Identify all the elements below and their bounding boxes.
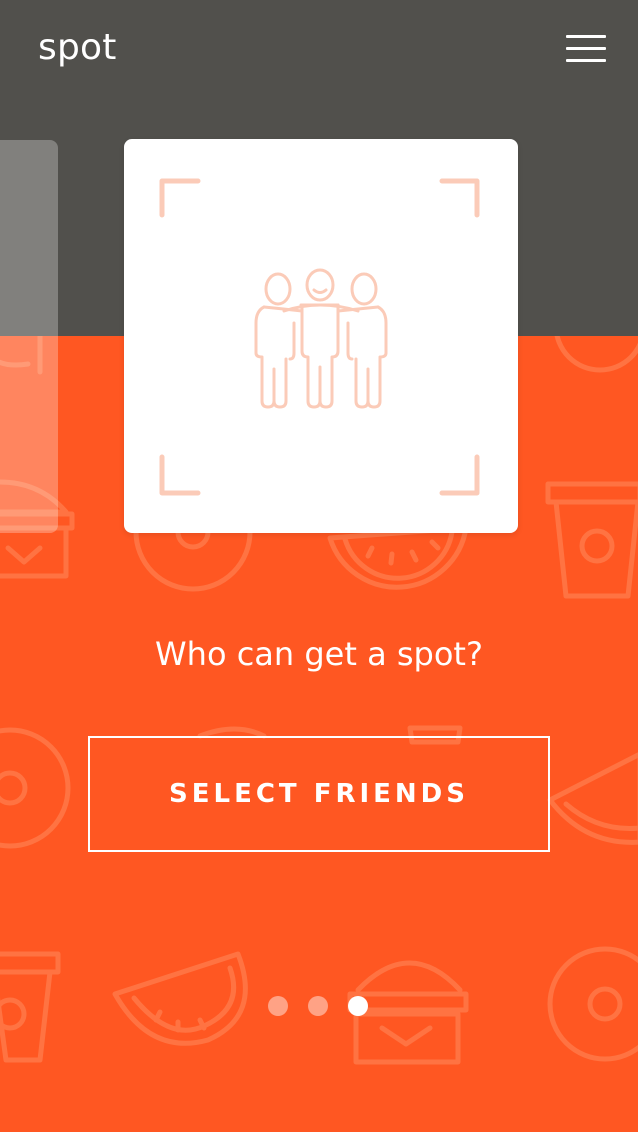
menu-bar	[566, 35, 606, 38]
watermelon-slice-icon	[547, 752, 638, 845]
page-dot-2[interactable]	[308, 996, 328, 1016]
burger-icon	[197, 726, 267, 739]
hamburger-menu-icon[interactable]	[562, 34, 608, 66]
previous-onboarding-card[interactable]	[0, 140, 58, 533]
watermelon-slice-icon	[327, 525, 469, 590]
donut-icon	[554, 336, 638, 373]
menu-bar	[566, 47, 606, 50]
card-illustration	[159, 178, 480, 496]
menu-bar	[566, 59, 606, 62]
onboarding-question: Who can get a spot?	[155, 635, 483, 673]
coffee-cup-icon	[545, 481, 638, 599]
group-of-friends-icon	[254, 268, 388, 409]
onboarding-card	[124, 139, 518, 533]
page-dot-3-active[interactable]	[348, 996, 368, 1016]
select-friends-button[interactable]: SELECT FRIENDS	[88, 736, 550, 852]
page-dot-1[interactable]	[268, 996, 288, 1016]
app-logo[interactable]: spot	[38, 24, 117, 72]
viewfinder-corners-icon	[159, 178, 480, 496]
donut-icon	[0, 727, 71, 849]
pagination-dots	[0, 996, 638, 1016]
